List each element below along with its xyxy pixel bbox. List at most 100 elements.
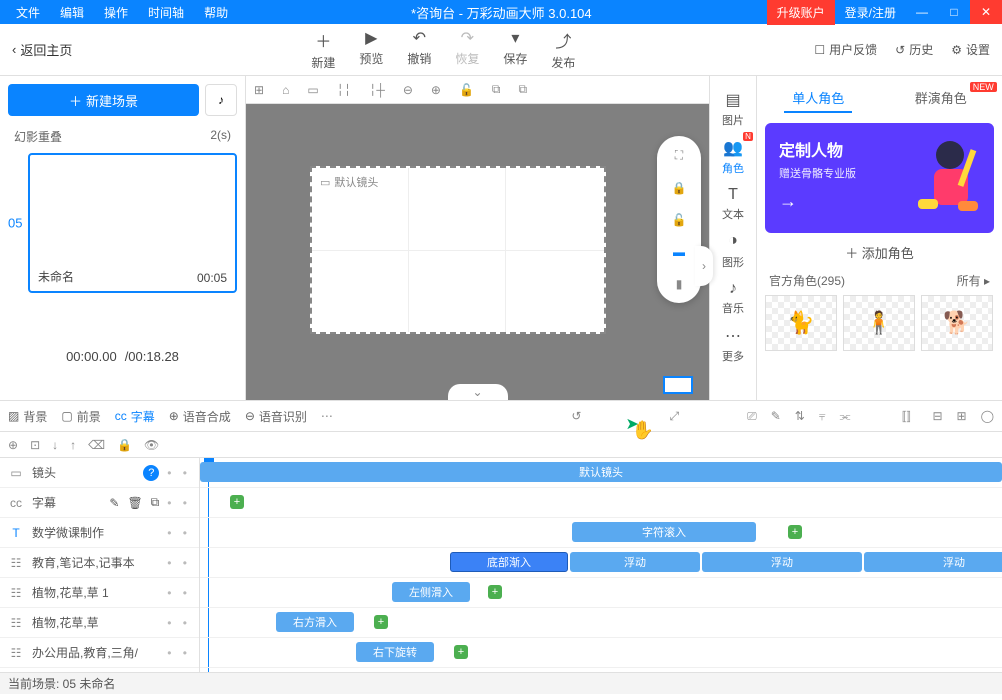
tl-add-icon[interactable]: ⊕: [8, 438, 18, 452]
clip[interactable]: 右下旋转: [356, 642, 434, 662]
feedback-button[interactable]: ☐用户反馈: [814, 41, 877, 58]
timeline-lane[interactable]: 右下旋转 +: [200, 638, 1002, 668]
tl-down-icon[interactable]: ↓: [52, 438, 58, 452]
upgrade-button[interactable]: 升级账户: [767, 0, 835, 25]
track-row[interactable]: ▭镜头?• •: [0, 458, 199, 488]
menu-help[interactable]: 帮助: [196, 2, 236, 23]
undo-button[interactable]: ↶撤销: [407, 28, 431, 71]
preview-button[interactable]: ▶预览: [359, 28, 383, 71]
canvas-tool-paste-icon[interactable]: ⧉: [519, 82, 528, 97]
scene-thumbnail[interactable]: 05 未命名 00:05: [28, 153, 237, 293]
timeline-link-icon[interactable]: ⫘: [840, 409, 851, 424]
timeline-zoomin2-icon[interactable]: ⊞: [957, 409, 967, 423]
device-mobile-icon[interactable]: ▮: [676, 277, 683, 291]
menu-file[interactable]: 文件: [8, 2, 48, 23]
track-row[interactable]: ☷植物,花草,草• •: [0, 608, 199, 638]
res-text[interactable]: T文本: [722, 184, 744, 224]
track-row[interactable]: ☷植物,花草,草 1• •: [0, 578, 199, 608]
filter-dropdown[interactable]: 所有 ▸: [957, 272, 990, 289]
canvas-stage[interactable]: ▭默认镜头: [310, 166, 606, 334]
device-lock-icon[interactable]: 🔒: [672, 181, 687, 195]
clip[interactable]: 默认镜头: [200, 462, 1002, 482]
save-button[interactable]: ▾保存: [503, 28, 527, 71]
tl-folder-icon[interactable]: ⊡: [30, 438, 40, 452]
add-keyframe-icon[interactable]: +: [488, 585, 502, 599]
close-button[interactable]: ✕: [970, 0, 1002, 24]
timeline-reset-icon[interactable]: ◯: [981, 409, 994, 423]
redo-button[interactable]: ↷恢复: [455, 28, 479, 71]
timeline-lane[interactable]: 字符滚入 +: [200, 518, 1002, 548]
timeline-lane[interactable]: 右方滑入 +: [200, 608, 1002, 638]
trash-icon[interactable]: 🗑: [127, 496, 142, 510]
clip[interactable]: 浮动: [702, 552, 862, 572]
tt-foreground[interactable]: ▢前景: [61, 408, 100, 425]
track-row[interactable]: T数学微课制作• •: [0, 518, 199, 548]
timeline-lane[interactable]: 底部渐入 浮动 浮动 浮动: [200, 548, 1002, 578]
minimize-button[interactable]: —: [906, 0, 938, 24]
settings-button[interactable]: ⚙设置: [951, 41, 990, 58]
add-keyframe-icon[interactable]: +: [454, 645, 468, 659]
history-button[interactable]: ↺历史: [895, 41, 933, 58]
edit-icon[interactable]: ✎: [109, 496, 119, 510]
character-thumb[interactable]: 🐈: [765, 295, 837, 351]
character-thumb[interactable]: 🧍: [843, 295, 915, 351]
copy-icon[interactable]: ⧉: [151, 495, 160, 510]
tab-single-character[interactable]: 单人角色: [784, 84, 852, 113]
canvas-tool-lock-icon[interactable]: 🔓: [459, 83, 474, 97]
clip[interactable]: 浮动: [570, 552, 700, 572]
help-icon[interactable]: ?: [143, 465, 159, 481]
canvas-tool-zoomout-icon[interactable]: ⊖: [403, 83, 413, 97]
music-button[interactable]: ♪: [205, 84, 237, 116]
track-row[interactable]: ☷教育,笔记本,记事本• •: [0, 548, 199, 578]
canvas-tool-zoomin-icon[interactable]: ⊕: [431, 83, 441, 97]
canvas-tool-alignleft-icon[interactable]: ╎╎: [337, 83, 351, 97]
res-more[interactable]: ⋯更多: [722, 324, 744, 366]
timeline-filter-icon[interactable]: ⫧: [819, 409, 826, 424]
tl-delete-icon[interactable]: ⌫: [88, 438, 105, 452]
character-thumb[interactable]: 🐕: [921, 295, 993, 351]
add-character-button[interactable]: ＋ 添加角色: [757, 233, 1002, 272]
promo-banner[interactable]: 定制人物 赠送骨骼专业版 →: [765, 123, 994, 233]
tl-up-icon[interactable]: ↑: [70, 438, 76, 452]
clip[interactable]: 浮动: [864, 552, 1002, 572]
clip-selected[interactable]: 底部渐入: [450, 552, 568, 572]
clip[interactable]: 右方滑入: [276, 612, 354, 632]
device-fullscreen-icon[interactable]: ⛶: [675, 148, 683, 163]
canvas-tool-copy-icon[interactable]: ⧉: [492, 82, 501, 97]
login-button[interactable]: 登录/注册: [835, 0, 906, 25]
tt-asr[interactable]: ⊖语音识别: [245, 408, 307, 425]
publish-button[interactable]: ⤴发布: [551, 28, 575, 71]
device-unlock-icon[interactable]: 🔓: [672, 213, 687, 227]
timeline-camera-icon[interactable]: ⎚: [747, 409, 757, 424]
res-music[interactable]: ♪音乐: [722, 278, 744, 318]
add-keyframe-icon[interactable]: +: [230, 495, 244, 509]
menu-timeline[interactable]: 时间轴: [140, 2, 192, 23]
res-image[interactable]: ▤图片: [722, 88, 744, 130]
timeline-more-icon[interactable]: ⋯: [321, 409, 333, 423]
tab-group-character[interactable]: 群演角色NEW: [907, 84, 975, 113]
track-row[interactable]: ☷办公用品,教育,三角/• •: [0, 638, 199, 668]
canvas-expand-icon[interactable]: ⌄: [448, 384, 508, 400]
timeline-lane[interactable]: +: [200, 488, 1002, 518]
menu-edit[interactable]: 编辑: [52, 2, 92, 23]
add-keyframe-icon[interactable]: +: [788, 525, 802, 539]
add-keyframe-icon[interactable]: +: [374, 615, 388, 629]
new-scene-button[interactable]: ＋ 新建场景: [8, 84, 199, 116]
tl-eye-icon[interactable]: 👁: [144, 438, 159, 452]
timeline-bracket-icon[interactable]: 〚〛: [894, 408, 918, 425]
timeline-expand-icon[interactable]: ⤢: [669, 409, 679, 424]
tt-tts[interactable]: ⊕语音合成: [169, 408, 231, 425]
canvas-tool-fit-icon[interactable]: ▭: [307, 83, 318, 97]
back-home[interactable]: ‹ 返回主页: [12, 40, 72, 59]
device-desktop-icon[interactable]: ▬: [673, 245, 685, 259]
canvas-tool-grid-icon[interactable]: ⊞: [254, 83, 264, 97]
canvas-tool-home-icon[interactable]: ⌂: [282, 83, 289, 97]
res-shape[interactable]: ◑图形: [722, 230, 744, 272]
timeline-edit-icon[interactable]: ✎: [771, 409, 781, 423]
expand-chevron-icon[interactable]: ›: [695, 246, 713, 286]
tt-subtitle[interactable]: cc字幕: [115, 408, 155, 425]
tl-lock-icon[interactable]: 🔒: [117, 438, 132, 452]
timeline-swap-icon[interactable]: ⇅: [795, 409, 805, 423]
preview-rect[interactable]: [663, 376, 693, 394]
timeline-zoomout2-icon[interactable]: ⊟: [932, 409, 942, 423]
